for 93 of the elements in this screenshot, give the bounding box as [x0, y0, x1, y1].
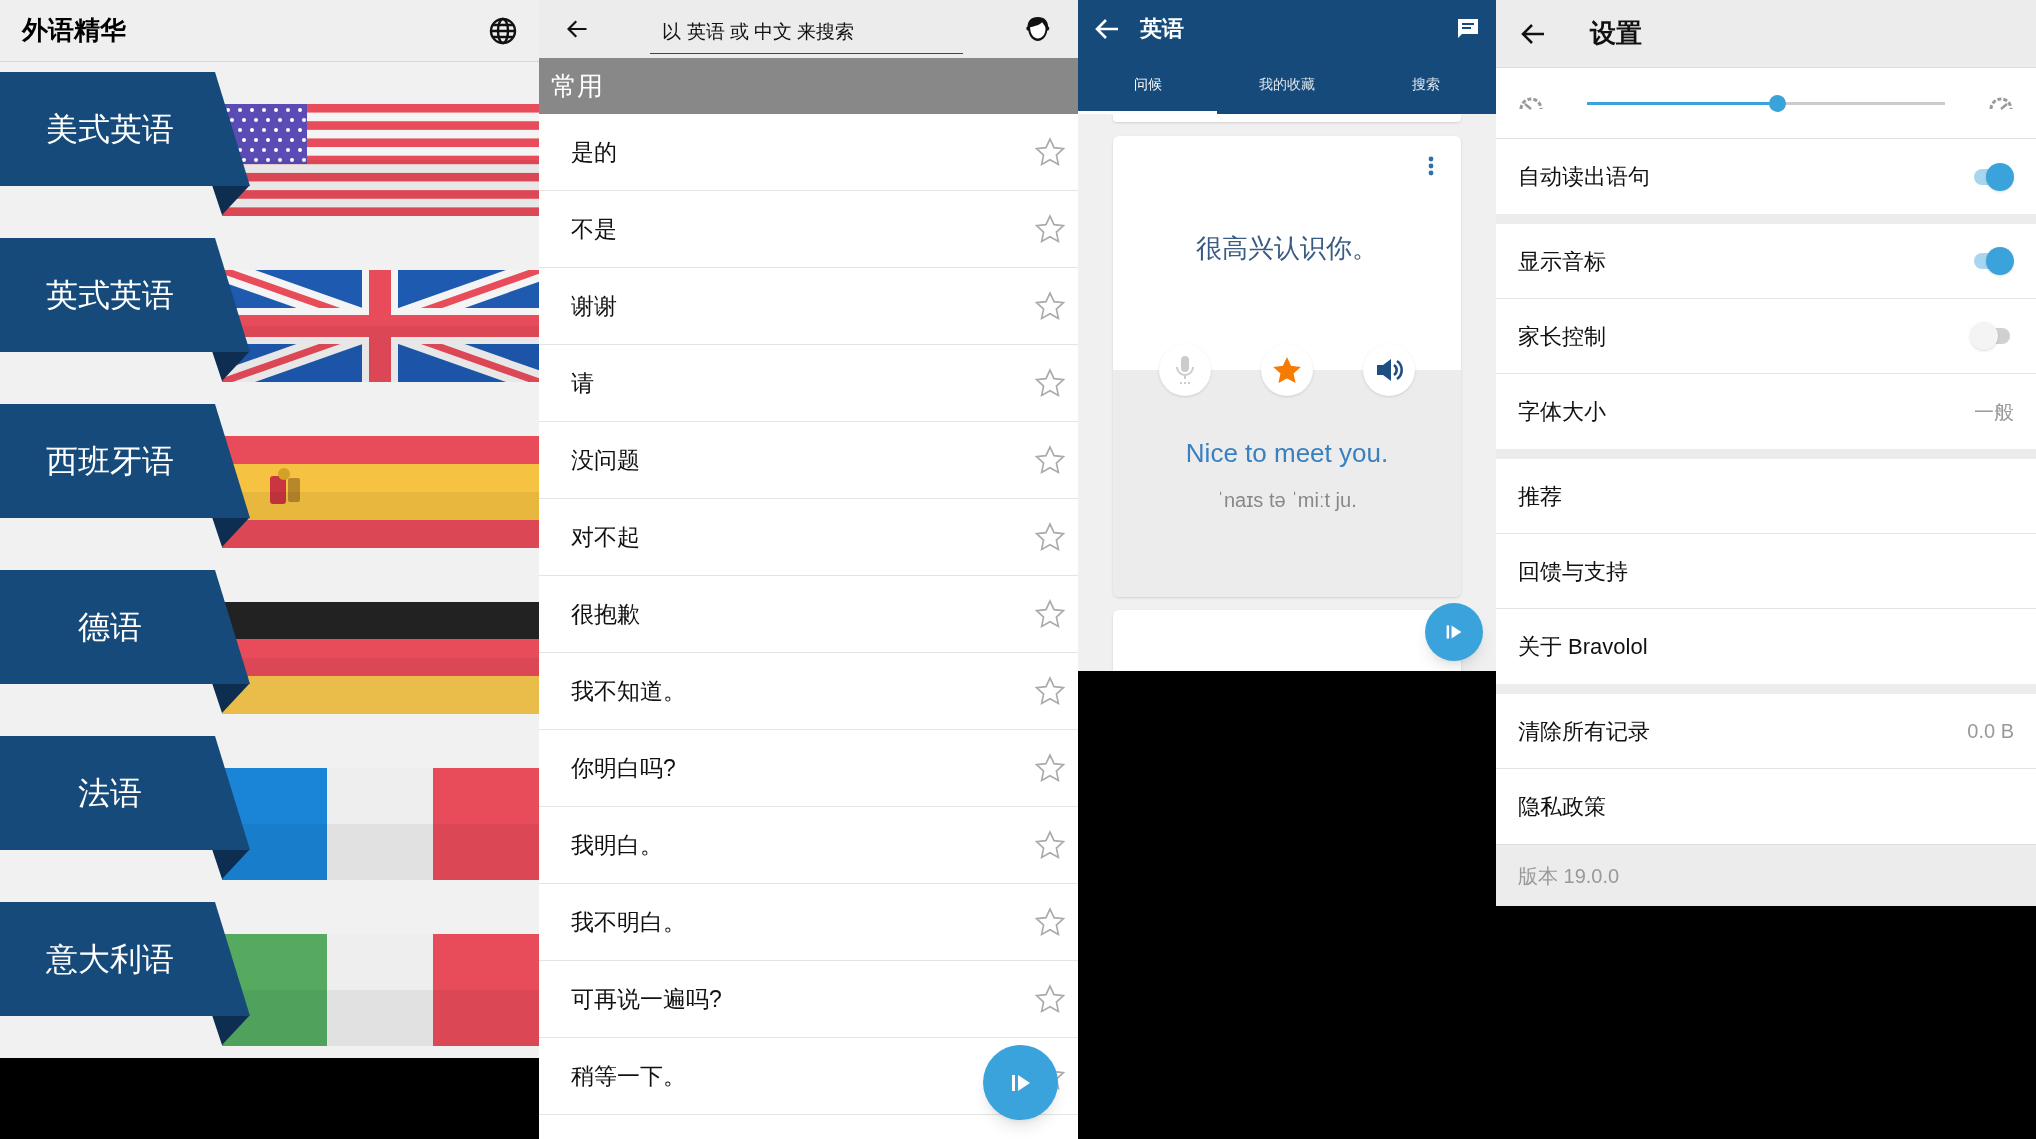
language-ribbon[interactable]: 法语 [0, 736, 250, 850]
phonetic-text: ˈnaɪs tə ˈmiːt ju. [1217, 488, 1357, 513]
star-icon[interactable] [1034, 445, 1066, 475]
phrase-text: 我明白。 [571, 830, 663, 860]
star-icon[interactable] [1034, 291, 1066, 321]
phrase-row[interactable]: 对不起 [539, 499, 1078, 576]
app-title: 英语 [1140, 15, 1184, 43]
language-ribbon[interactable]: 意大利语 [0, 902, 250, 1016]
settings-label: 家长控制 [1518, 322, 1606, 351]
settings-label: 隐私政策 [1518, 793, 1606, 821]
phrase-text: 请 [571, 368, 594, 398]
search-field[interactable]: 以 英语 或 中文 来搜索 [650, 10, 964, 54]
star-icon[interactable] [1034, 599, 1066, 629]
screen-title: 设置 [1590, 17, 1642, 50]
phrase-row[interactable]: 我不知道。 [539, 653, 1078, 730]
phrase-row[interactable]: 我不明白。 [539, 884, 1078, 961]
star-icon[interactable] [1034, 214, 1066, 244]
play-icon [1445, 623, 1463, 641]
microphone-icon [1175, 355, 1195, 385]
star-icon[interactable] [1034, 522, 1066, 552]
star-icon[interactable] [1034, 984, 1066, 1014]
language-ribbon[interactable]: 德语 [0, 570, 250, 684]
phrase-row[interactable]: 你明白吗? [539, 730, 1078, 807]
phrase-text: 很抱歉 [571, 599, 640, 629]
phrase-text: 对不起 [571, 522, 640, 552]
app-title: 外语精华 [22, 14, 126, 47]
settings-label: 回馈与支持 [1518, 557, 1628, 586]
english-phrase: Nice to meet you. [1185, 437, 1389, 470]
language-ribbon[interactable]: 西班牙语 [0, 404, 250, 518]
settings-row[interactable]: 隐私政策 [1496, 769, 2036, 844]
ribbon-fold [212, 849, 250, 879]
settings-label: 推荐 [1518, 482, 1562, 511]
settings-row[interactable]: 清除所有记录 0.0 B [1496, 694, 2036, 769]
phrase-row[interactable]: 是的 [539, 114, 1078, 191]
settings-row[interactable]: 推荐 [1496, 459, 2036, 534]
phrase-row[interactable]: 可再说一遍吗? [539, 961, 1078, 1038]
settings-label: 自动读出语句 [1518, 163, 1650, 191]
phrase-row[interactable]: 不是 [539, 191, 1078, 268]
speedometer-icon [1988, 95, 2014, 111]
settings-label: 清除所有记录 [1518, 717, 1650, 746]
star-icon[interactable] [1034, 368, 1066, 398]
ribbon-fold [212, 1015, 250, 1045]
ribbon-fold [212, 185, 250, 215]
speedometer-icon [1518, 95, 1544, 111]
phrase-text: 不是 [571, 214, 617, 244]
star-icon[interactable] [1034, 676, 1066, 706]
settings-label: 字体大小 [1518, 398, 1606, 426]
settings-row[interactable]: 回馈与支持 [1496, 534, 2036, 609]
chinese-phrase: 很高兴认识你。 [1196, 231, 1378, 265]
star-icon[interactable] [1034, 137, 1066, 167]
tab[interactable]: 搜索 [1356, 57, 1496, 114]
phrase-row[interactable]: 没问题 [539, 422, 1078, 499]
phrase-text: 我不知道。 [571, 676, 686, 706]
section-header: 常用 [539, 58, 1078, 114]
settings-row[interactable]: 显示音标 [1496, 224, 2036, 299]
star-icon[interactable] [1034, 907, 1066, 937]
phrase-row[interactable]: 谢谢 [539, 268, 1078, 345]
settings-label: 显示音标 [1518, 247, 1606, 276]
settings-row[interactable]: 关于 Bravolol [1496, 609, 2036, 684]
settings-value: 0.0 B [1967, 719, 2014, 744]
settings-value: 一般 [1974, 399, 2014, 425]
speaker-icon [1375, 357, 1403, 383]
language-ribbon[interactable]: 美式英语 [0, 72, 250, 186]
ribbon-fold [212, 683, 250, 713]
star-icon[interactable] [1034, 830, 1066, 860]
settings-row[interactable]: 自动读出语句 [1496, 139, 2036, 214]
phrase-row[interactable]: 我明白。 [539, 807, 1078, 884]
play-button[interactable] [1425, 603, 1483, 661]
star-icon[interactable] [1034, 753, 1066, 783]
phrase-text: 谢谢 [571, 291, 617, 321]
phrase-row[interactable]: 稍等一下。 [539, 1038, 1078, 1115]
phrase-row[interactable]: 很抱歉 [539, 576, 1078, 653]
phrase-text: 你明白吗? [571, 753, 676, 783]
phrase-text: 可再说一遍吗? [571, 984, 722, 1014]
language-ribbon[interactable]: 英式英语 [0, 238, 250, 352]
slider-thumb[interactable] [1768, 94, 1786, 112]
ribbon-fold [212, 351, 250, 381]
version-text: 版本 19.0.0 [1518, 863, 1620, 889]
ribbon-fold [212, 517, 250, 547]
chat-icon[interactable] [1456, 17, 1480, 40]
phrase-text: 我不明白。 [571, 907, 686, 937]
tab[interactable]: 我的收藏 [1217, 57, 1357, 114]
settings-row[interactable]: 家长控制 [1496, 299, 2036, 374]
phrase-row[interactable]: 请 [539, 345, 1078, 422]
back-arrow-icon[interactable] [566, 18, 589, 40]
settings-label: 关于 Bravolol [1518, 633, 1648, 661]
settings-row[interactable]: 字体大小 一般 [1496, 374, 2036, 449]
globe-icon[interactable] [489, 16, 517, 45]
phrase-text: 没问题 [571, 445, 640, 475]
back-arrow-icon[interactable] [1520, 22, 1546, 45]
phrase-text: 稍等一下。 [571, 1061, 686, 1091]
phrase-text: 是的 [571, 137, 617, 167]
more-icon[interactable] [1428, 156, 1434, 176]
